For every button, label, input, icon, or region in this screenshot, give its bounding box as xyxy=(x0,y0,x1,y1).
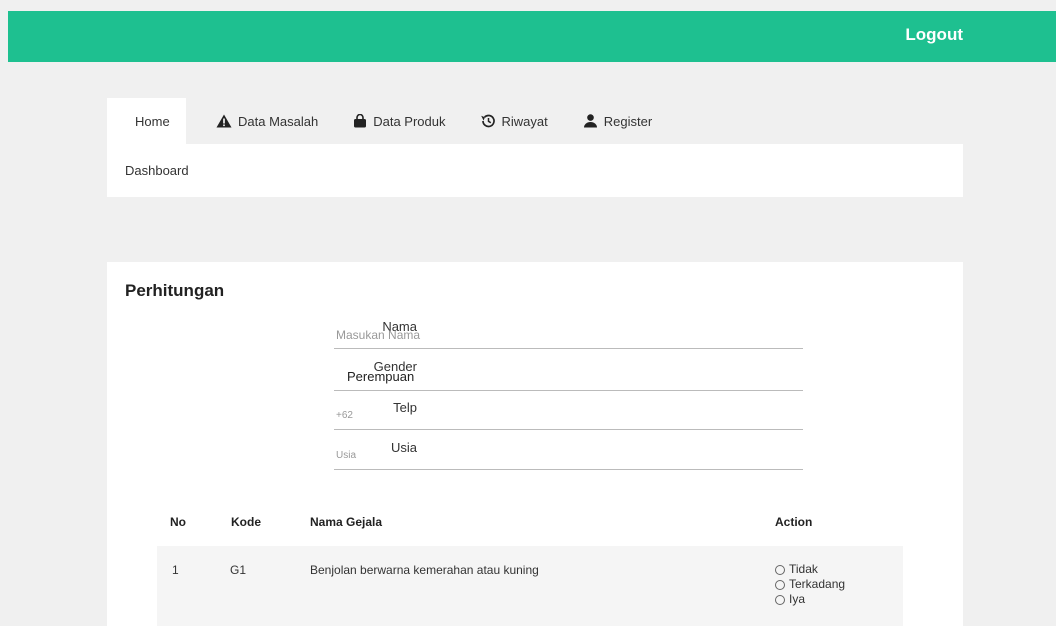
tab-home-label: Home xyxy=(135,113,170,129)
tab-home[interactable]: Home xyxy=(107,98,186,144)
action-radio-group: Tidak Terkadang Iya xyxy=(775,562,845,607)
form-row-nama: Nama Masukan Nama xyxy=(107,319,963,349)
user-icon xyxy=(583,114,597,128)
radio-circle-icon xyxy=(775,564,785,575)
tab-riwayat[interactable]: Riwayat xyxy=(480,98,548,144)
table-header-kode: Kode xyxy=(231,515,261,529)
table-header-action: Action xyxy=(775,515,813,529)
radio-terkadang[interactable]: Terkadang xyxy=(775,577,845,592)
perhitungan-card: Perhitungan Nama Masukan Nama Gender Per… xyxy=(107,262,963,626)
dashboard-panel: Dashboard xyxy=(107,144,963,197)
telp-input[interactable]: +62 xyxy=(334,402,803,430)
row-no: 1 xyxy=(172,563,179,577)
form-row-telp: Telp +62 xyxy=(107,400,963,430)
radio-iya-label: Iya xyxy=(789,592,806,606)
tab-data-produk[interactable]: Data Produk xyxy=(353,98,445,144)
card-title: Perhitungan xyxy=(125,281,225,300)
tab-data-produk-label: Data Produk xyxy=(373,113,446,129)
gender-select[interactable]: Perempuan xyxy=(334,363,803,391)
usia-input[interactable]: Usia xyxy=(334,442,803,470)
nama-input[interactable]: Masukan Nama xyxy=(334,321,803,349)
radio-tidak[interactable]: Tidak xyxy=(775,562,845,577)
table-header-no: No xyxy=(170,515,186,529)
tab-register[interactable]: Register xyxy=(583,98,652,144)
row-kode: G1 xyxy=(230,563,247,577)
radio-circle-icon xyxy=(775,594,785,605)
dashboard-label: Dashboard xyxy=(125,163,189,178)
radio-tidak-label: Tidak xyxy=(789,562,818,576)
warning-icon xyxy=(216,114,232,128)
history-icon xyxy=(481,114,496,128)
top-navbar: Logout xyxy=(8,11,1056,62)
tab-data-masalah[interactable]: Data Masalah xyxy=(216,98,318,144)
logout-link[interactable]: Logout xyxy=(905,11,963,62)
radio-circle-icon xyxy=(775,579,785,590)
tab-data-masalah-label: Data Masalah xyxy=(238,113,319,129)
tab-riwayat-label: Riwayat xyxy=(501,113,548,129)
table-header-nama-gejala: Nama Gejala xyxy=(310,515,383,529)
nav-tabs: Home Data Masalah Data Produk Riwayat Re… xyxy=(107,98,652,144)
bag-icon xyxy=(354,114,367,128)
radio-terkadang-label: Terkadang xyxy=(789,577,846,591)
radio-iya[interactable]: Iya xyxy=(775,592,845,607)
form-row-usia: Usia Usia xyxy=(107,440,963,470)
row-gejala: Benjolan berwarna kemerahan atau kuning xyxy=(310,563,539,577)
form-row-gender: Gender Perempuan xyxy=(107,359,963,391)
tab-register-label: Register xyxy=(603,113,653,129)
